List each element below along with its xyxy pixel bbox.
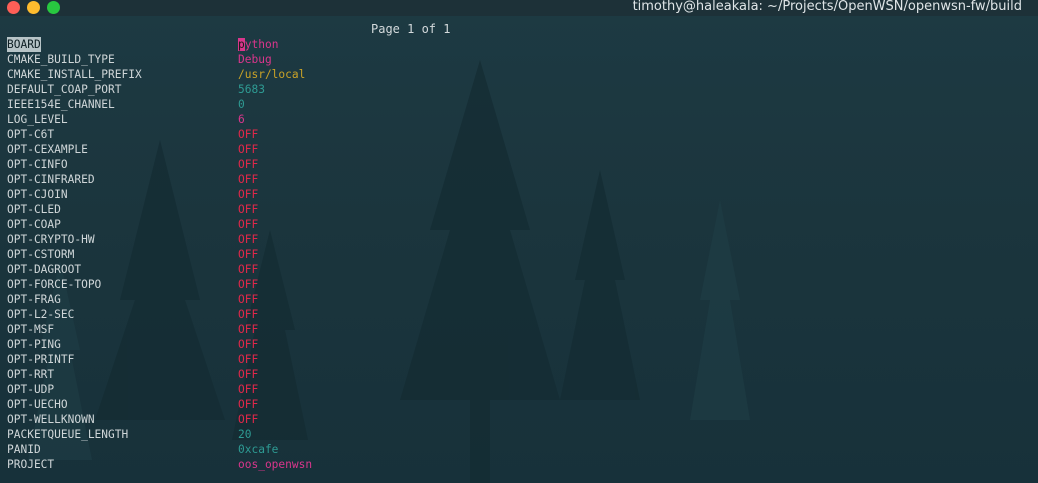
title-bar: timothy@haleakala: ~/Projects/OpenWSN/op… <box>0 0 1038 16</box>
cache-entry-value[interactable]: 5683 <box>238 82 265 97</box>
cache-entry-value[interactable]: Debug <box>238 52 272 67</box>
cache-entry-value[interactable]: OFF <box>238 277 258 292</box>
cache-entry-key: CMAKE_BUILD_TYPE <box>7 53 115 66</box>
cache-entry-value[interactable]: OFF <box>238 382 258 397</box>
cache-entry-key: OPT-PING <box>7 338 61 351</box>
cache-entry-key: OPT-CLED <box>7 203 61 216</box>
cache-entry-value[interactable]: OFF <box>238 157 258 172</box>
cache-entry-key: IEEE154E_CHANNEL <box>7 98 115 111</box>
cache-entry-value[interactable]: OFF <box>238 172 258 187</box>
cache-entry-key: OPT-UDP <box>7 383 55 396</box>
cache-entry-key: OPT-CINFRARED <box>7 173 95 186</box>
cache-entry-value[interactable]: /usr/local <box>238 67 305 82</box>
cache-entry-key: OPT-CRYPTO-HW <box>7 233 95 246</box>
cache-entry-key: OPT-UECHO <box>7 398 68 411</box>
cache-entry-value[interactable]: OFF <box>238 337 258 352</box>
maximize-window-button[interactable] <box>47 1 60 14</box>
cache-entry-value[interactable]: OFF <box>238 307 258 322</box>
cache-entry-value[interactable]: oos_openwsn <box>238 457 312 472</box>
window-title: timothy@haleakala: ~/Projects/OpenWSN/op… <box>632 0 1022 14</box>
cache-entry-value[interactable]: 6 <box>238 112 245 127</box>
cache-entry-value[interactable]: OFF <box>238 352 258 367</box>
cache-entry-key: BOARD <box>7 37 41 52</box>
cache-entry-value[interactable]: OFF <box>238 262 258 277</box>
terminal-window: timothy@haleakala: ~/Projects/OpenWSN/op… <box>0 0 1038 483</box>
cache-entry-value[interactable]: OFF <box>238 367 258 382</box>
cache-entry-key: OPT-MSF <box>7 323 55 336</box>
cache-entry-value[interactable]: OFF <box>238 247 258 262</box>
cache-entry-key: OPT-WELLKNOWN <box>7 413 95 426</box>
cache-entry-value[interactable]: OFF <box>238 142 258 157</box>
text-cursor: p <box>238 38 245 51</box>
cache-entry-value[interactable]: 0 <box>238 97 245 112</box>
forest-background-image <box>28 60 750 483</box>
cache-entry-key: PACKETQUEUE_LENGTH <box>7 428 129 441</box>
cache-entry-key: CMAKE_INSTALL_PREFIX <box>7 68 142 81</box>
cache-entry-value-rest: ython <box>244 38 279 51</box>
cache-entry-value[interactable]: OFF <box>238 322 258 337</box>
minimize-window-button[interactable] <box>27 1 40 14</box>
cache-entry-value[interactable]: 20 <box>238 427 251 442</box>
cache-entry-key: OPT-CSTORM <box>7 248 75 261</box>
cache-entry-key: OPT-FORCE-TOPO <box>7 278 102 291</box>
cache-entry-key: OPT-FRAG <box>7 293 61 306</box>
cache-entry-key: OPT-DAGROOT <box>7 263 82 276</box>
cache-entry-key: OPT-CJOIN <box>7 188 68 201</box>
cache-entry-key: OPT-PRINTF <box>7 353 75 366</box>
cache-entry-key: PROJECT <box>7 458 55 471</box>
cache-entry-value[interactable]: OFF <box>238 292 258 307</box>
cache-entry-key: PANID <box>7 443 41 456</box>
cache-entry-value[interactable]: OFF <box>238 187 258 202</box>
cache-entry-value[interactable]: OFF <box>238 217 258 232</box>
cache-entry-key: OPT-C6T <box>7 128 55 141</box>
cache-entry-value[interactable]: OFF <box>238 412 258 427</box>
cache-entry-value[interactable]: python <box>238 37 278 52</box>
cache-entry-value[interactable]: 0xcafe <box>238 442 278 457</box>
page-indicator: Page 1 of 1 <box>371 22 451 36</box>
cache-entry-value[interactable]: OFF <box>238 127 258 142</box>
cache-entry-key: DEFAULT_COAP_PORT <box>7 83 122 96</box>
cache-entry-key: OPT-CEXAMPLE <box>7 143 88 156</box>
cache-entry-key: OPT-L2-SEC <box>7 308 75 321</box>
cache-entry-value[interactable]: OFF <box>238 397 258 412</box>
cache-entry-value[interactable]: OFF <box>238 232 258 247</box>
cache-entry-value[interactable]: OFF <box>238 202 258 217</box>
cache-entry-key: LOG_LEVEL <box>7 113 68 126</box>
cache-entry-key: OPT-RRT <box>7 368 55 381</box>
cache-entry-key: OPT-CINFO <box>7 158 68 171</box>
close-window-button[interactable] <box>7 1 20 14</box>
cache-entry-key: OPT-COAP <box>7 218 61 231</box>
